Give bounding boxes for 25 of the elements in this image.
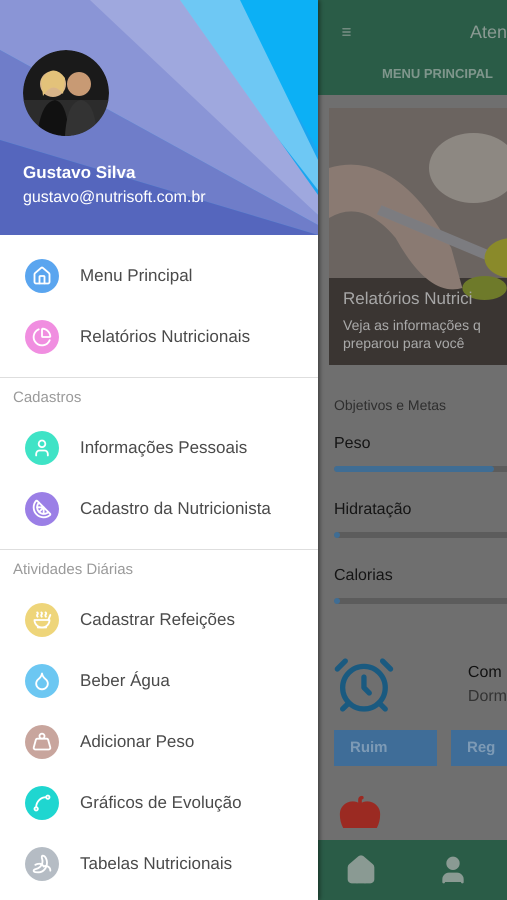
drawer-menu-item[interactable]: Relatórios Nutricionais — [0, 306, 318, 367]
goal-label: Peso — [334, 434, 372, 454]
drawer-menu-item[interactable]: Gráficos de Evolução — [0, 772, 318, 833]
drawer-menu-item[interactable]: Tabelas Nutricionais — [0, 833, 318, 894]
app-title: Aten — [470, 20, 507, 44]
user-email: gustavo@nutrisoft.com.br — [23, 188, 207, 208]
reminder-subtitle: Dorm — [468, 687, 507, 707]
section-header: Objetivos e Metas — [334, 396, 448, 415]
card-title: Relatórios Nutrici — [343, 288, 474, 310]
section-header: Atividades Diárias — [12, 560, 134, 580]
report-card[interactable]: Relatórios Nutrici Veja as informações q preparou para você — [329, 108, 507, 365]
apple-icon — [338, 794, 382, 828]
reminder-title: Com — [468, 663, 503, 683]
drawer-menu-item[interactable]: Beber Água — [0, 650, 318, 711]
drawer-menu-item[interactable]: Adicionar Peso — [0, 711, 318, 772]
drawer-menu-item[interactable]: Cadastrar Refeições — [0, 589, 318, 650]
user-name: Gustavo Silva — [23, 162, 136, 184]
goal-label: Hidratação — [334, 500, 412, 520]
card-subtitle: Veja as informações q preparou para você — [343, 316, 481, 352]
section-header: Cadastros — [12, 388, 82, 408]
goal-label: Calorias — [334, 566, 394, 586]
house-icon[interactable] — [345, 854, 377, 886]
drawer-menu-item[interactable]: Cadastro da Nutricionista — [0, 478, 318, 539]
drawer-menu-item[interactable]: Informações Pessoais — [0, 417, 318, 478]
drawer-menu-item[interactable]: Menu Principal — [0, 245, 318, 306]
